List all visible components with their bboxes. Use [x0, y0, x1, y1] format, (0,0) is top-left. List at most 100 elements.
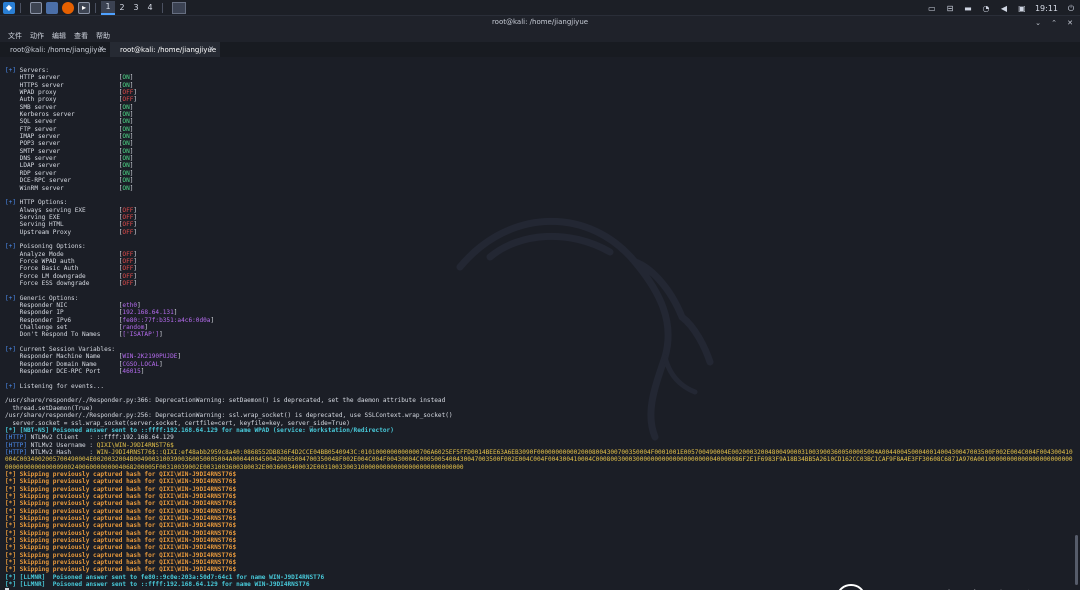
tab-bar: root@kali: /home/jiangjiyue ✕ root@kali:… — [0, 42, 1080, 57]
tab-terminal-1[interactable]: root@kali: /home/jiangjiyue ✕ — [0, 42, 110, 57]
terminal-segment: LDAP server [ — [5, 162, 123, 170]
terminal-line: /usr/share/responder/./Responder.py:366:… — [5, 397, 1075, 404]
volume-icon[interactable]: ◀ — [999, 4, 1009, 13]
terminal-line: SMTP server [ON] — [5, 148, 1075, 155]
workspace-1-button[interactable]: 1 — [101, 0, 115, 15]
menu-edit[interactable]: 编辑 — [52, 31, 66, 41]
terminal-segment: WIN-J9DI4RNST76$::QIXI:ef48abb2959c8a40:… — [5, 448, 1073, 471]
firefox-icon[interactable] — [62, 1, 74, 14]
terminal-segment: [*] Skipping previously captured hash fo… — [5, 529, 237, 537]
terminal-line: [*] Skipping previously captured hash fo… — [5, 478, 1075, 485]
terminal-line: [*] Skipping previously captured hash fo… — [5, 552, 1075, 559]
terminal-segment: ] — [129, 74, 134, 82]
terminal-scrollbar[interactable] — [1075, 535, 1078, 585]
terminal-segment: [+] — [5, 67, 17, 74]
terminal-segment: IMAP server [ — [5, 133, 123, 141]
notification-icon[interactable]: ◔ — [981, 4, 991, 13]
terminal-segment: ON — [122, 103, 130, 111]
terminal-segment: NTLMv2 Hash : — [27, 448, 97, 456]
maximize-icon[interactable]: ⌃ — [1050, 19, 1058, 27]
terminal-line: Serving EXE [OFF] — [5, 214, 1075, 221]
terminal-line: [HTTP] NTLMv2 Username : QIXI\WIN-J9DI4R… — [5, 442, 1075, 449]
watermark-text: Z2O安全攻防 — [884, 582, 1038, 590]
terminal-line: Analyze Mode [OFF] — [5, 251, 1075, 258]
terminal-segment: ON — [122, 74, 130, 82]
screen-icon[interactable]: ▭ — [927, 4, 937, 13]
terminal-window-button[interactable] — [172, 1, 186, 14]
terminal-segment: ] — [159, 360, 163, 368]
menu-action[interactable]: 动作 — [30, 31, 44, 41]
terminal-segment: RDP server [ — [5, 169, 123, 177]
terminal-segment: ] — [129, 111, 134, 119]
terminal-segment: server.socket = ssl.wrap_socket(server.s… — [5, 419, 350, 427]
terminal-area[interactable]: [+] Servers: HTTP server [ON] HTTPS serv… — [0, 57, 1080, 590]
terminal-line: [*] Skipping previously captured hash fo… — [5, 486, 1075, 493]
terminal-segment: /usr/share/responder/./Responder.py:366:… — [5, 397, 446, 405]
menu-help[interactable]: 帮助 — [96, 31, 110, 41]
terminal-segment: Force LM downgrade [ — [5, 272, 123, 280]
workspace-2-button[interactable]: 2 — [115, 1, 129, 15]
lock-icon[interactable]: ▣ — [1017, 4, 1027, 13]
terminal-segment: eth0 — [122, 302, 138, 309]
terminal-line: Force Basic Auth [OFF] — [5, 265, 1075, 272]
terminal-segment: ON — [122, 169, 130, 177]
clock[interactable]: 19:11 — [1035, 4, 1058, 13]
terminal-line: [*] Skipping previously captured hash fo… — [5, 493, 1075, 500]
terminal-segment: ] — [129, 133, 134, 141]
tab-terminal-2[interactable]: root@kali: /home/jiangjiyue ✕ — [110, 42, 220, 57]
terminal-line: /usr/share/responder/./Responder.py:256:… — [5, 412, 1075, 419]
workspace-4-button[interactable]: 4 — [143, 1, 157, 15]
terminal-segment: ] — [133, 279, 138, 287]
close-icon[interactable]: ✕ — [208, 45, 214, 53]
terminal-segment: ] — [133, 96, 138, 104]
close-icon[interactable]: ✕ — [1066, 19, 1074, 27]
terminal-line: DNS server [ON] — [5, 155, 1075, 162]
terminal-segment: Listening for events... — [16, 382, 105, 390]
terminal-segment: HTTP server [ — [5, 74, 123, 82]
kali-menu-icon[interactable]: ◆ — [3, 1, 15, 14]
terminal-segment: ] — [133, 221, 138, 229]
terminal-segment: HTTPS server [ — [5, 81, 123, 89]
terminal-segment: ] — [144, 324, 149, 332]
terminal-line: [+] Current Session Variables: — [5, 346, 1075, 353]
terminal-app-icon[interactable]: ▸ — [78, 1, 90, 14]
tab-label: root@kali: /home/jiangjiyue — [120, 45, 217, 54]
terminal-segment: [*] Skipping previously captured hash fo… — [5, 500, 237, 508]
battery-icon[interactable]: ▬ — [963, 4, 973, 13]
terminal-segment: Generic Options: — [16, 294, 79, 302]
terminal-line: Force LM downgrade [OFF] — [5, 273, 1075, 280]
window-titlebar[interactable]: root@kali: /home/jiangjiyue ⌄ ⌃ ✕ — [0, 16, 1080, 30]
terminal-segment: ON — [122, 162, 130, 170]
terminal-icon[interactable] — [30, 1, 42, 14]
network-icon[interactable]: ⊟ — [945, 4, 955, 13]
terminal-line: [*] Skipping previously captured hash fo… — [5, 566, 1075, 573]
terminal-segment: [*] Skipping previously captured hash fo… — [5, 559, 237, 567]
terminal-segment: 192.168.64.131 — [122, 309, 174, 317]
terminal-segment: thread.setDaemon(True) — [5, 404, 94, 412]
files-icon[interactable] — [46, 1, 58, 14]
terminal-line: Serving HTML [OFF] — [5, 221, 1075, 228]
terminal-line: [HTTP] NTLMv2 Hash : WIN-J9DI4RNST76$::Q… — [5, 449, 1075, 471]
menu-view[interactable]: 查看 — [74, 31, 88, 41]
minimize-icon[interactable]: ⌄ — [1034, 19, 1042, 27]
terminal-segment: [*] Skipping previously captured hash fo… — [5, 537, 237, 544]
terminal-line: [+] Generic Options: — [5, 295, 1075, 302]
terminal-line: Force WPAD auth [OFF] — [5, 258, 1075, 265]
power-icon[interactable]: ⏻ — [1066, 4, 1076, 13]
terminal-segment: [*] Skipping previously captured hash fo… — [5, 522, 237, 530]
menu-file[interactable]: 文件 — [8, 31, 22, 41]
terminal-line: [+] Listening for events... — [5, 383, 1075, 390]
terminal-segment: [+] — [5, 346, 17, 354]
terminal-segment: WPAD proxy [ — [5, 89, 123, 97]
terminal-segment: OFF — [122, 228, 134, 236]
workspace-3-button[interactable]: 3 — [129, 1, 143, 15]
terminal-line: RDP server [ON] — [5, 170, 1075, 177]
terminal-segment: random — [122, 324, 145, 332]
terminal-segment: /usr/share/responder/./Responder.py:256:… — [5, 412, 453, 420]
terminal-segment: OFF — [122, 221, 134, 229]
taskbar: ◆ ▸ 1 2 3 4 ▭ ⊟ ▬ ◔ ◀ ▣ 19:11 ⏻ — [0, 0, 1080, 16]
terminal-segment: OFF — [122, 265, 134, 273]
terminal-segment: ] — [177, 353, 182, 361]
close-icon[interactable]: ✕ — [98, 45, 104, 53]
